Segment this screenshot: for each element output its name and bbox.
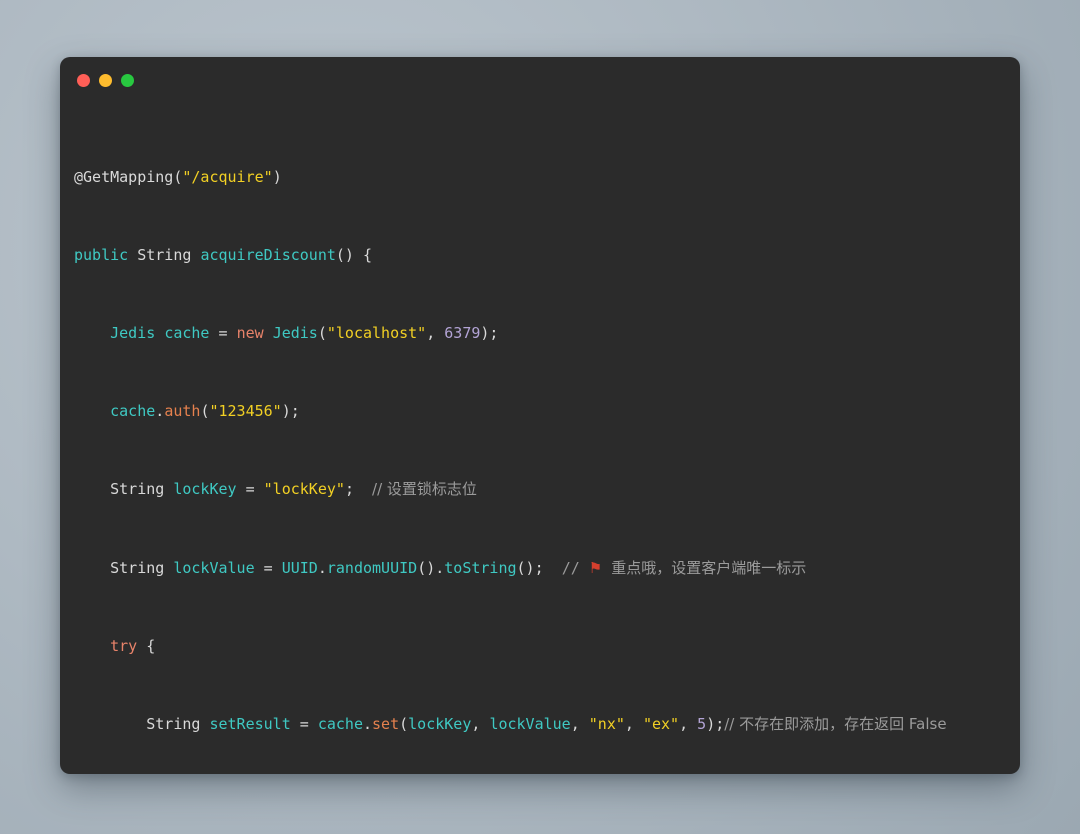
comment-set-lock-flag: // 设置锁标志位 [372,480,477,499]
type-uuid: UUID [281,558,318,577]
string-acquire-path: "/acquire" [182,167,273,186]
code-line-6: String lockValue = UUID.randomUUID().toS… [110,558,807,577]
code-snippet-window: @GetMapping("/acquire") public String ac… [60,57,1020,774]
type-string: String [137,245,192,264]
operator-assign: = [209,324,237,343]
operator-assign: = [236,480,264,499]
code-line-4: cache.auth("123456"); [110,402,300,421]
signature-brace: () { [335,245,373,264]
close-button[interactable] [77,73,90,87]
var-lockvalue: lockValue [173,558,255,577]
operator-assign: = [254,558,282,577]
string-lockkey: "lockKey" [263,480,345,499]
string-ex: "ex" [642,714,680,733]
type-jedis: Jedis [110,324,156,343]
string-nx: "nx" [588,714,625,733]
number-expire: 5 [697,714,707,733]
method-tostring: toString [444,558,517,577]
var-cache: cache [164,324,210,343]
operator-assign: = [290,714,318,733]
arg-lockkey: lockKey [408,714,472,733]
code-line-3: Jedis cache = new Jedis("localhost", 637… [110,324,499,343]
method-random-uuid: randomUUID [326,558,418,577]
ctor-jedis: Jedis [272,324,318,343]
paren: ) [272,167,282,186]
code-line-2: public String acquireDiscount() { [74,246,1020,266]
type-string: String [110,558,165,577]
number-port: 6379 [444,324,481,343]
maximize-button[interactable] [121,73,134,87]
comment-nx-note: // 不存在即添加，存在返回 False [724,714,947,733]
code-line-8: String setResult = cache.set(lockKey, lo… [146,714,947,733]
var-lockkey: lockKey [173,480,237,499]
string-password: "123456" [209,402,282,421]
keyword-new: new [236,324,264,343]
window-titlebar [60,57,1020,103]
arg-lockvalue: lockValue [489,714,571,733]
method-auth: auth [164,402,201,421]
type-string: String [146,714,201,733]
red-flag-icon: ⚑ [588,558,603,577]
annotation-getmapping: @GetMapping( [74,167,183,186]
code-line-1: @GetMapping("/acquire") [74,168,1020,188]
code-block[interactable]: @GetMapping("/acquire") public String ac… [60,103,1020,774]
var-cache: cache [110,402,156,421]
minimize-button[interactable] [99,73,112,87]
code-line-5: String lockKey = "lockKey"; // 设置锁标志位 [110,480,477,499]
desktop-background: @GetMapping("/acquire") public String ac… [0,0,1080,834]
method-set: set [372,714,400,733]
comment-client-unique-mark: 重点哦，设置客户端唯一标示 [611,558,807,577]
comment-slashes: // [561,558,580,577]
var-cache: cache [317,714,363,733]
keyword-public: public [74,245,129,264]
keyword-try: try [110,636,138,655]
method-acquire-discount: acquireDiscount [200,245,336,264]
string-localhost: "localhost" [326,324,427,343]
code-line-7: try { [110,636,156,655]
type-string: String [110,480,165,499]
var-setresult: setResult [209,714,291,733]
